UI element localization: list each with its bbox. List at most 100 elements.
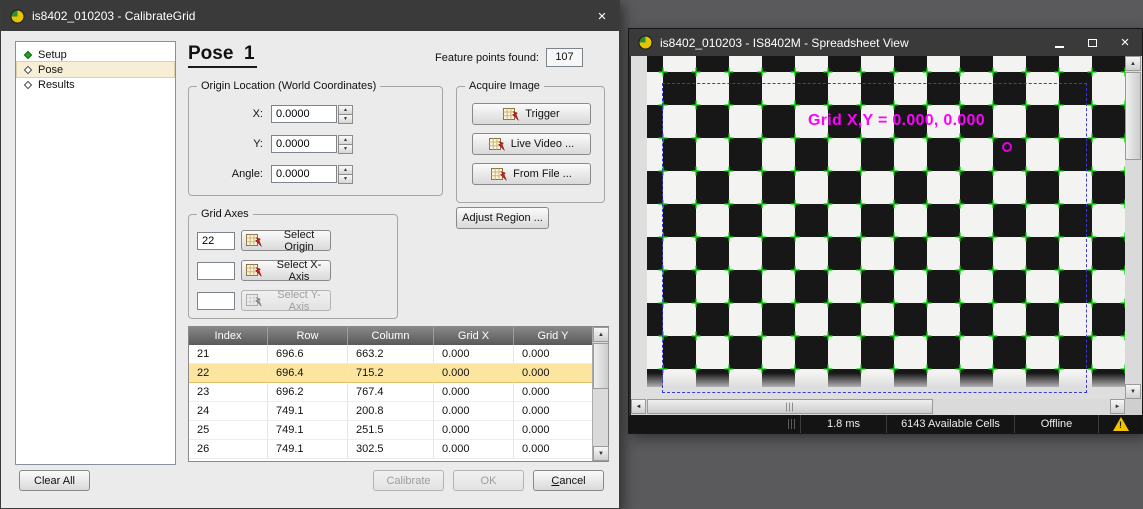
x-axis-index-field[interactable]: [197, 262, 235, 280]
scroll-up-icon[interactable]: ▲: [1125, 56, 1141, 71]
grid-tool-icon: [503, 108, 519, 121]
diamond-icon: [24, 50, 32, 58]
maximize-icon[interactable]: [1079, 33, 1105, 53]
cell: 0.000: [514, 345, 592, 364]
horizontal-scrollbar[interactable]: ◄ ►: [631, 399, 1125, 415]
cell: 715.2: [348, 364, 434, 383]
table-row[interactable]: 25 749.1 251.5 0.000 0.000: [189, 421, 592, 440]
feature-points-table: Index Row Column Grid X Grid Y 21 696.6 …: [188, 326, 609, 462]
adjust-region-button[interactable]: Adjust Region ...: [456, 207, 549, 229]
y-label: Y:: [199, 138, 271, 150]
origin-index-field[interactable]: [197, 232, 235, 250]
window-title: is8402_010203 - CalibrateGrid: [32, 9, 582, 23]
spreadsheet-titlebar[interactable]: is8402_010203 - IS8402M - Spreadsheet Vi…: [629, 29, 1142, 56]
scroll-left-icon[interactable]: ◄: [631, 399, 646, 414]
origin-marker-circle: [1002, 142, 1012, 152]
x-spinner[interactable]: ▲ ▼: [338, 105, 353, 123]
scroll-down-icon[interactable]: ▼: [1125, 384, 1141, 399]
status-available-cells: 6143 Available Cells: [886, 415, 1014, 433]
grid-tool-icon: [491, 168, 507, 181]
close-icon[interactable]: ×: [1112, 33, 1138, 53]
scrollbar-thumb[interactable]: [647, 399, 933, 414]
cell: 0.000: [514, 364, 592, 383]
cancel-button[interactable]: Cancel: [533, 470, 604, 491]
status-warning-segment[interactable]: !: [1098, 415, 1142, 433]
table-row[interactable]: 24 749.1 200.8 0.000 0.000: [189, 402, 592, 421]
ok-button[interactable]: OK: [453, 470, 524, 491]
cell: 200.8: [348, 402, 434, 421]
spin-down-icon[interactable]: ▼: [338, 115, 353, 124]
tree-item-setup[interactable]: Setup: [17, 47, 174, 62]
calibrate-titlebar[interactable]: is8402_010203 - CalibrateGrid ×: [1, 1, 619, 31]
table-scrollbar[interactable]: ▲ ▼: [592, 327, 608, 461]
cell: 26: [189, 440, 268, 459]
column-header[interactable]: Column: [348, 327, 434, 345]
cell: 251.5: [348, 421, 434, 440]
grid-axes-group: Grid Axes Select Origin Select X: [188, 214, 398, 319]
scrollbar-thumb[interactable]: [1125, 72, 1141, 160]
cell: 0.000: [434, 364, 514, 383]
vertical-scrollbar[interactable]: ▲ ▼: [1125, 56, 1142, 399]
x-input[interactable]: [271, 105, 337, 123]
y-row: Y: ▲ ▼: [199, 135, 353, 153]
cell: 0.000: [434, 383, 514, 402]
cell: 696.4: [268, 364, 348, 383]
cell: 749.1: [268, 402, 348, 421]
button-label: Calibrate: [386, 475, 430, 487]
spin-up-icon[interactable]: ▲: [338, 135, 353, 145]
column-header[interactable]: Row: [268, 327, 348, 345]
select-y-axis-button[interactable]: Select Y-Axis: [241, 290, 331, 311]
live-video-button[interactable]: Live Video ...: [472, 133, 591, 155]
origin-location-group: Origin Location (World Coordinates) X: ▲…: [188, 86, 443, 196]
grid-tool-icon: [489, 138, 505, 151]
column-header[interactable]: Index: [189, 327, 268, 345]
button-label: Live Video ...: [511, 138, 574, 150]
spin-up-icon[interactable]: ▲: [338, 165, 353, 175]
clear-all-button[interactable]: Clear All: [19, 470, 90, 491]
cell: 0.000: [514, 402, 592, 421]
trigger-button[interactable]: Trigger: [472, 103, 591, 125]
y-input[interactable]: [271, 135, 337, 153]
button-label: Select Origin: [268, 229, 330, 253]
cell: 696.6: [268, 345, 348, 364]
scroll-right-icon[interactable]: ►: [1110, 399, 1125, 414]
cell: 0.000: [434, 402, 514, 421]
minimize-icon[interactable]: [1046, 33, 1072, 53]
scroll-down-icon[interactable]: ▼: [593, 446, 609, 461]
angle-spinner[interactable]: ▲ ▼: [338, 165, 353, 183]
from-file-button[interactable]: From File ...: [472, 163, 591, 185]
status-connection-mode: Offline: [1014, 415, 1098, 433]
button-label: Clear All: [34, 475, 75, 487]
column-header[interactable]: Grid Y: [514, 327, 592, 345]
close-icon[interactable]: ×: [589, 6, 615, 26]
calibrate-button[interactable]: Calibrate: [373, 470, 444, 491]
origin-axis-row: Select Origin: [197, 230, 331, 251]
pose-page-title: Pose 1: [188, 43, 257, 68]
spin-down-icon[interactable]: ▼: [338, 145, 353, 154]
angle-input[interactable]: [271, 165, 337, 183]
spin-down-icon[interactable]: ▼: [338, 175, 353, 184]
group-title: Grid Axes: [197, 208, 253, 220]
table-row[interactable]: 26 749.1 302.5 0.000 0.000: [189, 440, 592, 459]
y-axis-index-field[interactable]: [197, 292, 235, 310]
cell: 22: [189, 364, 268, 383]
cell: 0.000: [514, 383, 592, 402]
navigation-tree: Setup Pose Results: [15, 41, 176, 465]
table-row-selected[interactable]: 22 696.4 715.2 0.000 0.000: [189, 364, 592, 383]
scrollbar-corner: [1125, 399, 1142, 415]
spin-up-icon[interactable]: ▲: [338, 105, 353, 115]
scrollbar-thumb[interactable]: [593, 343, 609, 389]
scroll-up-icon[interactable]: ▲: [593, 327, 609, 342]
button-label: Adjust Region ...: [462, 212, 543, 224]
select-origin-button[interactable]: Select Origin: [241, 230, 331, 251]
column-header[interactable]: Grid X: [434, 327, 514, 345]
group-title: Acquire Image: [465, 80, 544, 92]
table-row[interactable]: 21 696.6 663.2 0.000 0.000: [189, 345, 592, 364]
table-row[interactable]: 23 696.2 767.4 0.000 0.000: [189, 383, 592, 402]
tree-item-pose[interactable]: Pose: [17, 62, 174, 77]
tree-item-results[interactable]: Results: [17, 77, 174, 92]
window-title: is8402_010203 - IS8402M - Spreadsheet Vi…: [660, 36, 1039, 50]
select-x-axis-button[interactable]: Select X-Axis: [241, 260, 331, 281]
camera-image-view[interactable]: Grid X,Y = 0.000, 0.000: [631, 56, 1125, 399]
y-spinner[interactable]: ▲ ▼: [338, 135, 353, 153]
